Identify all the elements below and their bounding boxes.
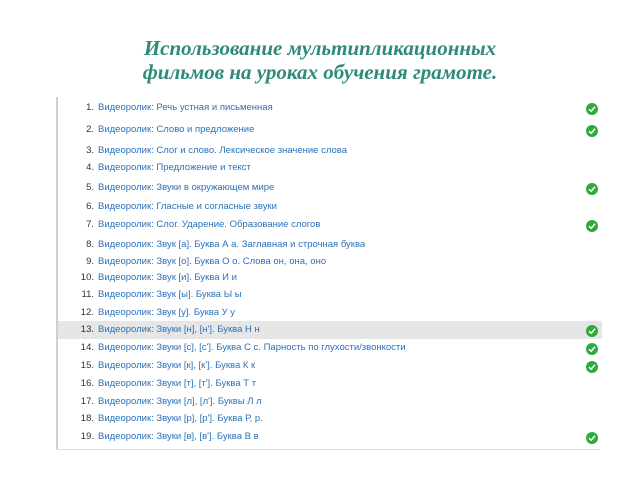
list-item-link[interactable]: Видеоролик: Речь устная и письменная: [98, 99, 273, 117]
check-icon: [586, 361, 598, 373]
title-line-2: фильмов на уроках обучения грамоте.: [142, 60, 498, 84]
list-item[interactable]: 5. Видеоролик: Звуки в окружающем мире: [58, 179, 602, 197]
list-item[interactable]: 10. Видеоролик: Звук [и]. Буква И и: [58, 269, 602, 287]
list-item[interactable]: 17. Видеоролик: Звуки [л], [л']. Буквы Л …: [58, 393, 602, 411]
list-item[interactable]: 4. Видеоролик: Предложение и текст: [58, 159, 602, 177]
list-item[interactable]: 6. Видеоролик: Гласные и согласные звуки: [58, 198, 602, 216]
list-item-number: 15.: [80, 360, 94, 371]
list-item-link[interactable]: Видеоролик: Звук [и]. Буква И и: [98, 269, 237, 287]
check-icon: [586, 325, 598, 337]
list-item-link[interactable]: Видеоролик: Звук [а]. Буква А а. Заглавн…: [98, 236, 365, 254]
check-icon: [586, 220, 598, 232]
list-item-number: 8.: [86, 239, 94, 250]
list-item-link[interactable]: Видеоролик: Гласные и согласные звуки: [98, 198, 277, 216]
list-item[interactable]: 12. Видеоролик: Звук [у]. Буква У у: [58, 304, 602, 322]
list-item-link[interactable]: Видеоролик: Звуки [р], [р']. Буква Р, р.: [98, 410, 263, 428]
list-item-number: 10.: [80, 272, 94, 283]
list-item[interactable]: 18. Видеоролик: Звуки [р], [р']. Буква Р,…: [58, 410, 602, 428]
list-item-number: 16.: [80, 378, 94, 389]
list-item-number: 18.: [80, 413, 94, 424]
list-item-link[interactable]: Видеоролик: Звуки [л], [л']. Буквы Л л: [98, 393, 262, 411]
list-item[interactable]: 16. Видеоролик: Звуки [т], [т']. Буква Т …: [58, 375, 602, 393]
list-item-link[interactable]: Видеоролик: Звуки [с], [с']. Буква С с. …: [98, 339, 406, 357]
list-item-number: 14.: [80, 342, 94, 353]
list-item-link[interactable]: Видеоролик: Слог. Ударение. Образование …: [98, 216, 320, 234]
list-item[interactable]: 1. Видеоролик: Речь устная и письменная: [58, 99, 602, 117]
list-item[interactable]: 11. Видеоролик: Звук [ы]. Буква Ы ы: [58, 286, 602, 304]
page-title: Использование мультипликационных фильмов…: [0, 36, 640, 84]
check-icon: [586, 343, 598, 355]
list-item-number: 2.: [86, 124, 94, 135]
check-icon: [586, 125, 598, 137]
list-item[interactable]: 13. Видеоролик: Звуки [н], [н']. Буква Н …: [58, 321, 602, 339]
list-item-link[interactable]: Видеоролик: Слово и предложение: [98, 121, 254, 139]
list-item-link[interactable]: Видеоролик: Звуки в окружающем мире: [98, 179, 274, 197]
list-item-number: 1.: [86, 102, 94, 113]
list-item-number: 7.: [86, 219, 94, 230]
list-item-link[interactable]: Видеоролик: Звуки [т], [т']. Буква Т т: [98, 375, 256, 393]
list-item-link[interactable]: Видеоролик: Звуки [к], [к']. Буква К к: [98, 357, 255, 375]
list-item[interactable]: 19. Видеоролик: Звуки [в], [в']. Буква В …: [58, 428, 602, 446]
list-item-link[interactable]: Видеоролик: Звук [ы]. Буква Ы ы: [98, 286, 242, 304]
list-item[interactable]: 7. Видеоролик: Слог. Ударение. Образовани…: [58, 216, 602, 234]
list-item-link[interactable]: Видеоролик: Звуки [в], [в']. Буква В в: [98, 428, 259, 446]
list-item-link[interactable]: Видеоролик: Слог и слово. Лексическое зн…: [98, 142, 347, 160]
list-bottom-divider: [56, 449, 600, 450]
list-item[interactable]: 15. Видеоролик: Звуки [к], [к']. Буква К …: [58, 357, 602, 375]
list-item[interactable]: 8. Видеоролик: Звук [а]. Буква А а. Загла…: [58, 236, 602, 254]
list-item[interactable]: 14. Видеоролик: Звуки [с], [с']. Буква С …: [58, 339, 602, 357]
list-item-number: 12.: [80, 307, 94, 318]
list-item-number: 11.: [81, 289, 94, 300]
list-item-number: 5.: [86, 182, 94, 193]
list-item-number: 17.: [80, 396, 94, 407]
list-item-number: 19.: [80, 431, 94, 442]
list-item[interactable]: 2. Видеоролик: Слово и предложение: [58, 121, 602, 139]
list-item-link[interactable]: Видеоролик: Звуки [н], [н']. Буква Н н: [98, 321, 260, 339]
check-icon: [586, 103, 598, 115]
list-item-number: 13.: [80, 324, 94, 335]
list-item-number: 3.: [86, 145, 94, 156]
title-line-1: Использование мультипликационных: [143, 36, 497, 60]
list-item-link[interactable]: Видеоролик: Звук [у]. Буква У у: [98, 304, 235, 322]
list-item-link[interactable]: Видеоролик: Предложение и текст: [98, 159, 251, 177]
list-item-number: 6.: [86, 201, 94, 212]
list-item[interactable]: 3. Видеоролик: Слог и слово. Лексическое …: [58, 142, 602, 160]
video-list: 1. Видеоролик: Речь устная и письменная 2.…: [56, 97, 602, 449]
check-icon: [586, 432, 598, 444]
list-item-number: 4.: [86, 162, 94, 173]
check-icon: [586, 183, 598, 195]
